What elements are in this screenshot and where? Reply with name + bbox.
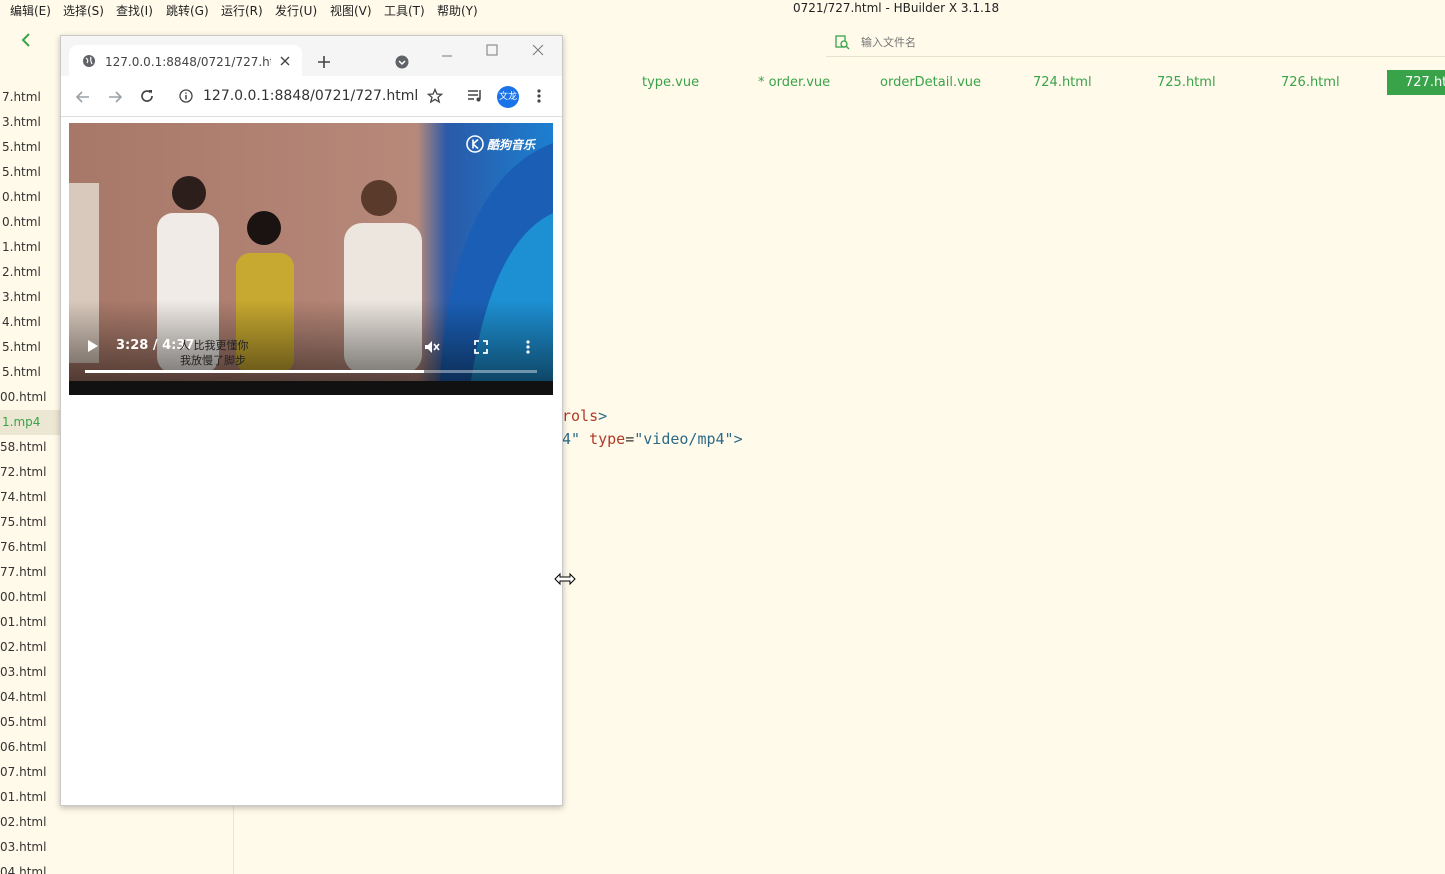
- resize-cursor-icon: [554, 572, 576, 586]
- tab-close-icon[interactable]: [280, 56, 290, 66]
- tab-727-html[interactable]: 727.ht: [1387, 70, 1445, 95]
- file-tree-item[interactable]: 03.html: [0, 835, 233, 860]
- watermark-text: 酷狗音乐: [487, 137, 536, 152]
- back-arrow-icon[interactable]: [17, 31, 35, 49]
- tab-724-html[interactable]: 724.html: [1033, 70, 1092, 95]
- browser-toolbar: 127.0.0.1:8848/0721/727.html 文龙: [61, 76, 562, 117]
- window-close-icon[interactable]: [532, 44, 544, 56]
- code-attr-type: type: [589, 430, 626, 448]
- browser-tab-title: 127.0.0.1:8848/0721/727.html: [105, 55, 271, 69]
- menu-edit[interactable]: 编辑(E): [10, 2, 51, 19]
- profile-label: 文龙: [498, 92, 517, 102]
- browser-tab[interactable]: 127.0.0.1:8848/0721/727.html: [69, 45, 302, 76]
- file-tree-item[interactable]: 04.html: [0, 860, 233, 874]
- tab-725-html[interactable]: 725.html: [1157, 70, 1216, 95]
- file-search-icon: [835, 35, 850, 50]
- browser-tabstrip: 127.0.0.1:8848/0721/727.html: [61, 36, 562, 76]
- menubar: 编辑(E) 选择(S) 查找(I) 跳转(G) 运行(R) 发行(U) 视图(V…: [0, 0, 1445, 20]
- video-more-icon[interactable]: [525, 339, 531, 355]
- tab-search-icon[interactable]: [395, 55, 409, 69]
- video-frame: [69, 123, 553, 395]
- video-player[interactable]: 酷狗音乐 3:28 / 4:37 人 比我更懂你 我放慢了脚步: [69, 123, 553, 395]
- mute-icon[interactable]: [424, 339, 440, 355]
- video-progress-track[interactable]: [85, 370, 537, 373]
- menu-view[interactable]: 视图(V): [330, 2, 372, 19]
- profile-avatar[interactable]: 文龙: [497, 86, 519, 108]
- fullscreen-icon[interactable]: [474, 340, 488, 354]
- kugou-logo-icon: [466, 135, 484, 153]
- file-search: [826, 28, 1445, 57]
- maximize-icon[interactable]: [486, 44, 498, 56]
- code-tag-close: >: [598, 407, 608, 425]
- menu-goto[interactable]: 跳转(G): [166, 2, 209, 19]
- code-tag-fragment: rols: [562, 407, 599, 425]
- code-line-controls[interactable]: rols>: [562, 407, 607, 425]
- menu-find[interactable]: 查找(I): [116, 2, 153, 19]
- globe-icon: [83, 55, 95, 67]
- menu-help[interactable]: 帮助(Y): [437, 2, 478, 19]
- file-tree-item[interactable]: 02.html: [0, 810, 233, 835]
- tab-order-vue[interactable]: * order.vue: [758, 70, 830, 95]
- video-progress-fill: [85, 370, 424, 373]
- menu-select[interactable]: 选择(S): [63, 2, 104, 19]
- new-tab-icon[interactable]: [317, 55, 331, 69]
- tab-type-vue[interactable]: type.vue: [642, 70, 699, 95]
- site-info-icon[interactable]: [179, 89, 193, 103]
- code-equals: =: [625, 430, 635, 448]
- address-bar[interactable]: 127.0.0.1:8848/0721/727.html: [203, 88, 418, 104]
- reload-icon[interactable]: [139, 88, 155, 104]
- bookmark-star-icon[interactable]: [427, 88, 443, 104]
- menu-tools[interactable]: 工具(T): [384, 2, 425, 19]
- browser-menu-icon[interactable]: [535, 88, 543, 104]
- code-source-close: >: [733, 430, 743, 448]
- menu-publish[interactable]: 发行(U): [275, 2, 317, 19]
- video-watermark: 酷狗音乐: [466, 135, 535, 153]
- nav-back-icon[interactable]: [75, 89, 91, 105]
- tab-726-html[interactable]: 726.html: [1281, 70, 1340, 95]
- browser-chrome: 127.0.0.1:8848/0721/727.html: [61, 36, 562, 117]
- nav-forward-icon[interactable]: [107, 89, 123, 105]
- code-src-fragment: 4": [562, 430, 581, 448]
- app-title: 0721/727.html - HBuilder X 3.1.18: [793, 1, 1000, 15]
- minimize-icon[interactable]: [441, 50, 453, 62]
- file-search-input[interactable]: [861, 34, 1161, 50]
- play-icon[interactable]: [87, 339, 99, 353]
- tab-orderdetail-vue[interactable]: orderDetail.vue: [880, 70, 981, 95]
- media-controls-icon[interactable]: [467, 89, 483, 103]
- code-type-value: "video/mp4": [634, 430, 734, 448]
- code-line-source[interactable]: 4" type="video/mp4">: [562, 430, 743, 448]
- browser-window: 127.0.0.1:8848/0721/727.html: [60, 35, 563, 806]
- menu-run[interactable]: 运行(R): [221, 2, 263, 19]
- subtitle-line-2: 我放慢了脚步: [180, 354, 246, 367]
- subtitle-line-1: 人 比我更懂你: [179, 339, 249, 352]
